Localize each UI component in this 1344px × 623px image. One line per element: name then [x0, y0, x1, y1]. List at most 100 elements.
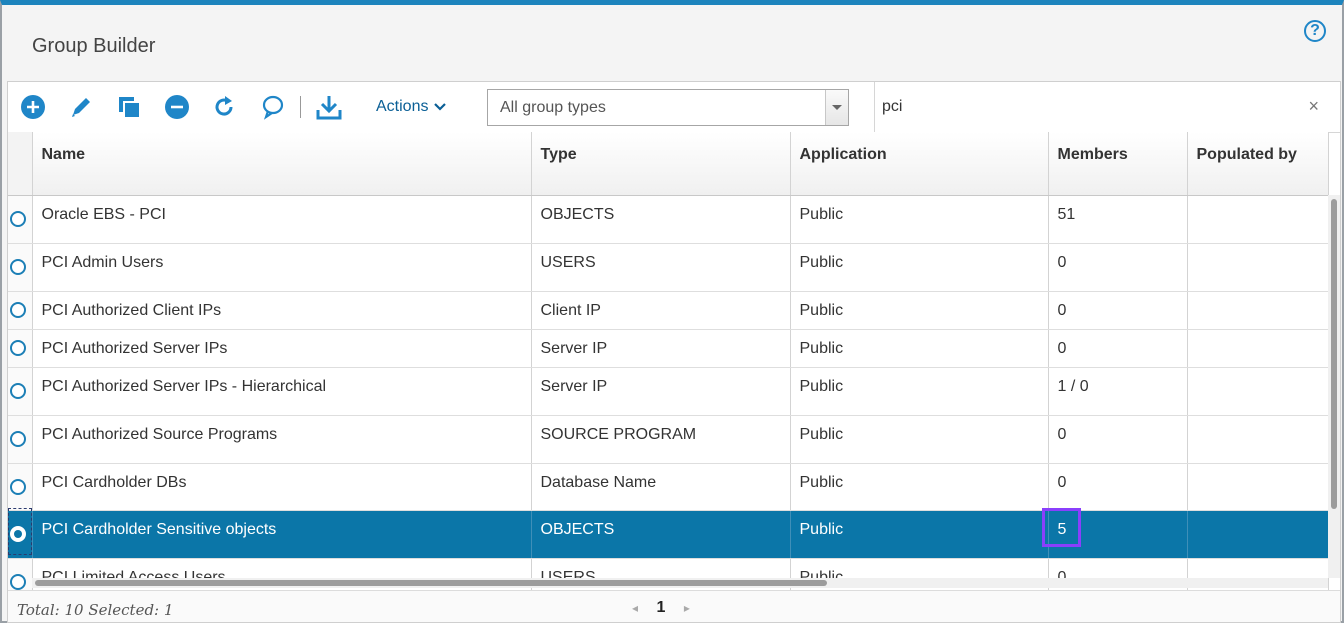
row-radio[interactable]: [10, 573, 26, 590]
group-type-select[interactable]: All group types: [487, 89, 849, 126]
table-row-selected[interactable]: PCI Cardholder Sensitive objects OBJECTS…: [8, 510, 1329, 559]
group-type-value: All group types: [500, 99, 606, 116]
row-radio[interactable]: [10, 301, 26, 318]
cell-type: OBJECTS: [531, 195, 791, 244]
group-builder-window: Group Builder ? Actions All group types …: [0, 0, 1344, 623]
table-row[interactable]: PCI Cardholder DBs Database Name Public …: [8, 463, 1329, 511]
actions-label: Actions: [376, 98, 429, 116]
cell-type: OBJECTS: [531, 510, 791, 559]
previous-page-icon[interactable]: ◂: [632, 601, 638, 615]
cell-application: Public: [790, 329, 1049, 368]
cell-populated-by: [1187, 415, 1329, 464]
table-footer: Total: 10 Selected: 1 ◂ 1 ▸: [8, 590, 1340, 622]
column-header-members[interactable]: Members: [1048, 132, 1188, 196]
row-select-cell[interactable]: [8, 195, 33, 244]
cell-members: 0: [1048, 291, 1188, 330]
members-cell-highlight: [1042, 508, 1081, 547]
vertical-scrollbar[interactable]: [1328, 195, 1340, 578]
help-icon[interactable]: ?: [1304, 20, 1326, 42]
column-header-name[interactable]: Name: [32, 132, 532, 196]
cell-members: 0: [1048, 243, 1188, 292]
current-page[interactable]: 1: [656, 599, 665, 616]
row-select-cell[interactable]: [8, 463, 33, 511]
row-radio[interactable]: [10, 210, 26, 227]
cell-application: Public: [790, 463, 1049, 511]
cell-members: 1 / 0: [1048, 367, 1188, 416]
selection-status: Total: 10 Selected: 1: [17, 601, 174, 619]
refresh-icon[interactable]: [210, 92, 240, 122]
row-select-cell[interactable]: [8, 329, 33, 368]
remove-icon[interactable]: [162, 92, 192, 122]
cell-application: Public: [790, 243, 1049, 292]
table-row[interactable]: PCI Authorized Source Programs SOURCE PR…: [8, 415, 1329, 464]
horizontal-scrollbar[interactable]: [32, 578, 1328, 588]
table-row[interactable]: PCI Authorized Client IPs Client IP Publ…: [8, 291, 1329, 330]
table-row[interactable]: PCI Authorized Server IPs - Hierarchical…: [8, 367, 1329, 416]
row-radio[interactable]: [10, 258, 26, 275]
table-row[interactable]: PCI Admin Users USERS Public 0: [8, 243, 1329, 292]
row-radio[interactable]: [10, 478, 26, 495]
row-radio[interactable]: [10, 339, 26, 356]
cell-type: Client IP: [531, 291, 791, 330]
add-icon[interactable]: [18, 92, 48, 122]
cell-type: SOURCE PROGRAM: [531, 415, 791, 464]
clear-search-icon[interactable]: ×: [1308, 96, 1319, 117]
column-header-type[interactable]: Type: [531, 132, 791, 196]
select-column-header: [8, 132, 33, 196]
cell-populated-by: [1187, 463, 1329, 511]
table-row[interactable]: PCI Authorized Server IPs Server IP Publ…: [8, 329, 1329, 368]
horizontal-scrollbar-thumb[interactable]: [35, 580, 827, 586]
cell-application: Public: [790, 195, 1049, 244]
row-select-cell[interactable]: [8, 367, 33, 416]
row-focus-indicator: [8, 508, 32, 555]
row-select-cell[interactable]: [8, 291, 33, 330]
cell-name: PCI Cardholder Sensitive objects: [32, 510, 532, 559]
copy-icon[interactable]: [114, 92, 144, 122]
cell-name: PCI Authorized Source Programs: [32, 415, 532, 464]
groups-table: Name Type Application Members Populated …: [8, 132, 1329, 607]
cell-members: 51: [1048, 195, 1188, 244]
cell-name: PCI Authorized Client IPs: [32, 291, 532, 330]
row-radio[interactable]: [10, 430, 26, 447]
cell-type: Database Name: [531, 463, 791, 511]
download-icon[interactable]: [314, 92, 344, 122]
column-header-populated-by[interactable]: Populated by: [1187, 132, 1329, 196]
search-input[interactable]: pci: [882, 98, 902, 116]
cell-name: PCI Authorized Server IPs - Hierarchical: [32, 367, 532, 416]
cell-populated-by: [1187, 329, 1329, 368]
cell-name: PCI Authorized Server IPs: [32, 329, 532, 368]
cell-populated-by: [1187, 367, 1329, 416]
cell-populated-by: [1187, 195, 1329, 244]
cell-populated-by: [1187, 291, 1329, 330]
cell-populated-by: [1187, 510, 1329, 559]
cell-application: Public: [790, 291, 1049, 330]
cell-type: Server IP: [531, 329, 791, 368]
comment-icon[interactable]: [258, 92, 288, 122]
cell-application: Public: [790, 367, 1049, 416]
search-field[interactable]: pci ×: [874, 82, 1340, 132]
table-row[interactable]: Oracle EBS - PCI OBJECTS Public 51: [8, 195, 1329, 244]
cell-name: PCI Admin Users: [32, 243, 532, 292]
row-select-cell[interactable]: [8, 243, 33, 292]
table-header: Name Type Application Members Populated …: [8, 132, 1329, 196]
vertical-scrollbar-thumb[interactable]: [1331, 199, 1337, 509]
row-select-cell[interactable]: [8, 415, 33, 464]
cell-populated-by: [1187, 243, 1329, 292]
cell-members: 0: [1048, 415, 1188, 464]
toolbar: Actions All group types pci ×: [8, 82, 1340, 133]
column-header-application[interactable]: Application: [790, 132, 1049, 196]
cell-name: Oracle EBS - PCI: [32, 195, 532, 244]
edit-icon[interactable]: [66, 92, 96, 122]
pagination: ◂ 1 ▸: [632, 599, 690, 617]
row-radio[interactable]: [10, 382, 26, 399]
cell-members: 0: [1048, 329, 1188, 368]
group-panel: Actions All group types pci × Name Type …: [7, 81, 1341, 623]
page-title: Group Builder: [32, 35, 156, 57]
next-page-icon[interactable]: ▸: [684, 601, 690, 615]
toolbar-divider: [300, 96, 301, 118]
chevron-down-icon: [434, 98, 447, 116]
cell-type: Server IP: [531, 367, 791, 416]
dropdown-arrow-icon[interactable]: [825, 90, 848, 125]
cell-members: 0: [1048, 463, 1188, 511]
actions-menu[interactable]: Actions: [376, 98, 447, 116]
